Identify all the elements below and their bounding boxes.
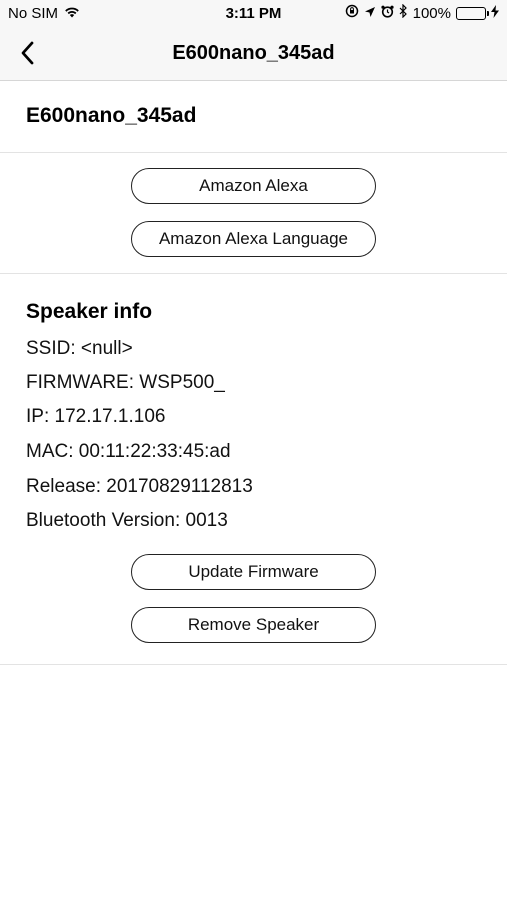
ip-text: IP: 172.17.1.106 (26, 406, 166, 427)
status-bar-right: 100% (345, 3, 499, 22)
navigation-bar: E600nano_345ad (0, 30, 507, 81)
location-arrow-icon (364, 5, 376, 22)
divider (0, 273, 507, 274)
bluetooth-version-text: Bluetooth Version: 0013 (26, 510, 228, 531)
bluetooth-icon (399, 3, 408, 22)
speaker-info-heading: Speaker info (26, 300, 153, 323)
amazon-alexa-button[interactable]: Amazon Alexa (131, 168, 376, 204)
back-button[interactable] (10, 38, 44, 72)
release-text: Release: 20170829112813 (26, 476, 253, 497)
amazon-alexa-language-button[interactable]: Amazon Alexa Language (131, 221, 376, 257)
divider (0, 664, 507, 665)
charging-bolt-icon (491, 4, 499, 22)
mac-text: MAC: 00:11:22:33:45:ad (26, 441, 231, 462)
firmware-text: FIRMWARE: WSP500_ (26, 372, 225, 393)
ssid-text: SSID: <null> (26, 338, 133, 359)
update-firmware-button[interactable]: Update Firmware (131, 554, 376, 590)
alarm-clock-icon (381, 5, 394, 22)
chevron-left-icon (20, 41, 34, 70)
battery-tip (486, 10, 489, 16)
status-bar: No SIM 3:11 PM 100% (0, 0, 507, 30)
remove-speaker-button[interactable]: Remove Speaker (131, 607, 376, 643)
page-title: E600nano_345ad (172, 42, 335, 64)
divider (0, 152, 507, 153)
battery-icon (456, 6, 489, 20)
device-name: E600nano_345ad (26, 104, 197, 127)
battery-percent: 100% (412, 4, 451, 22)
rotation-lock-icon (345, 4, 359, 22)
